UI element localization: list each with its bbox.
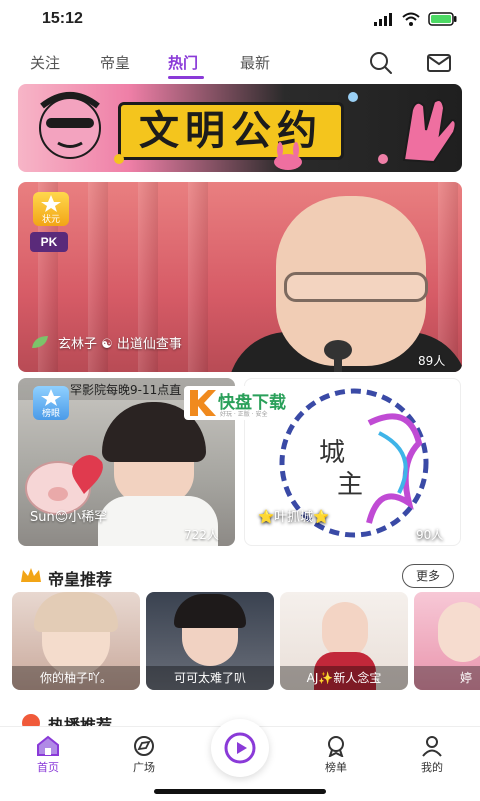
mail-icon[interactable]: [426, 50, 452, 76]
star-icon: [41, 389, 61, 406]
emperor-section-title: 帝皇推荐: [48, 570, 113, 589]
promo-banner[interactable]: 文明公约: [18, 84, 462, 172]
search-icon[interactable]: [368, 50, 394, 76]
watermark-k-icon: [190, 390, 216, 416]
home-indicator: [154, 789, 326, 794]
cartoon-hand-illustration: [402, 99, 457, 164]
streamer-hair: [174, 594, 246, 628]
status-bar: 15:12: [0, 0, 480, 40]
card-left-viewers: 722人: [184, 528, 219, 542]
battery-icon: [428, 12, 457, 26]
tabbar-label: 我的: [421, 761, 443, 774]
tabbar-label: 广场: [133, 761, 155, 774]
card-right-viewers: 90人: [416, 528, 444, 542]
featured-caption: 玄林子 ☯ 出道仙查事: [58, 337, 182, 352]
tabbar-label: 首页: [37, 761, 59, 774]
streamer-glasses: [284, 272, 428, 302]
go-live-button[interactable]: [211, 719, 269, 777]
tab-latest[interactable]: 最新: [240, 52, 270, 73]
emperor-section-header: 帝皇推荐 更多: [18, 562, 462, 590]
emperor-name: 你的柚子吖。: [12, 666, 140, 690]
svg-text:城: 城: [319, 438, 345, 468]
emperor-card[interactable]: 你的柚子吖。: [12, 592, 140, 690]
streamer-hair: [34, 592, 118, 632]
watermark-logo: 快盘下载 好玩 · 正版 · 安全: [184, 386, 294, 420]
confetti-dot: [378, 154, 388, 164]
user-icon: [422, 736, 442, 757]
signal-icon: [374, 13, 392, 26]
tabbar-item-home[interactable]: 首页: [18, 735, 78, 775]
emperor-name: 可可太难了叭: [146, 666, 274, 690]
cartoon-bunny-illustration: [274, 142, 302, 170]
more-button[interactable]: 更多: [402, 564, 454, 588]
rank-badge-label: 状元: [41, 215, 60, 225]
card-top-text: 罕影院每晚9-11点直: [70, 383, 182, 397]
card-left-caption: Sun😊小稀罕: [30, 510, 108, 525]
confetti-dot: [348, 92, 358, 102]
rank-badge-label: 榜眼: [41, 409, 60, 419]
status-time: 15:12: [42, 10, 83, 27]
confetti-dot: [114, 154, 124, 164]
crown-icon: [21, 568, 41, 582]
featured-viewers: 89人: [418, 354, 446, 368]
live-camera-icon: [224, 732, 256, 764]
star-icon: [41, 195, 61, 212]
status-icons: [374, 12, 458, 26]
medal-icon: [328, 736, 344, 757]
watermark-sub: 好玩 · 正版 · 安全: [220, 411, 268, 418]
pk-badge: PK: [30, 232, 68, 252]
emperor-name: 婷: [414, 666, 480, 690]
streamer-face: [322, 602, 368, 658]
emperor-card[interactable]: 可可太难了叭: [146, 592, 274, 690]
tab-follow[interactable]: 关注: [30, 52, 60, 73]
compass-icon: [134, 736, 154, 756]
tab-emperor[interactable]: 帝皇: [100, 52, 130, 73]
emperor-list: 你的柚子吖。 可可太难了叭 AJ✨新人念宝 婷: [0, 592, 480, 690]
tabbar-item-rank[interactable]: 榜单: [306, 735, 366, 775]
rank-badge-second: 榜眼: [33, 386, 69, 420]
emperor-name: AJ✨新人念宝: [280, 666, 408, 690]
svg-text:主: 主: [337, 470, 363, 500]
home-icon: [37, 735, 59, 756]
microphone-icon: [324, 340, 352, 372]
rank-badge-first: 状元: [33, 192, 69, 226]
banner-title: 文明公约: [118, 102, 344, 160]
tabbar-label: 榜单: [325, 761, 347, 774]
curtain-fold: [188, 182, 208, 372]
leaf-icon: [32, 336, 48, 348]
streamer-face: [438, 602, 480, 662]
tabbar-item-me[interactable]: 我的: [402, 735, 462, 775]
emperor-card[interactable]: 婷: [414, 592, 480, 690]
cartoon-face-illustration: [39, 92, 101, 159]
active-tab-indicator: [168, 76, 204, 79]
card-right-caption: ⭐叶抓城⭐: [258, 510, 330, 525]
wifi-icon: [402, 12, 420, 26]
tabbar-item-square[interactable]: 广场: [114, 735, 174, 775]
emperor-card[interactable]: AJ✨新人念宝: [280, 592, 408, 690]
tab-hot[interactable]: 热门: [168, 52, 198, 73]
top-nav: 关注 帝皇 热门 最新: [0, 40, 480, 84]
